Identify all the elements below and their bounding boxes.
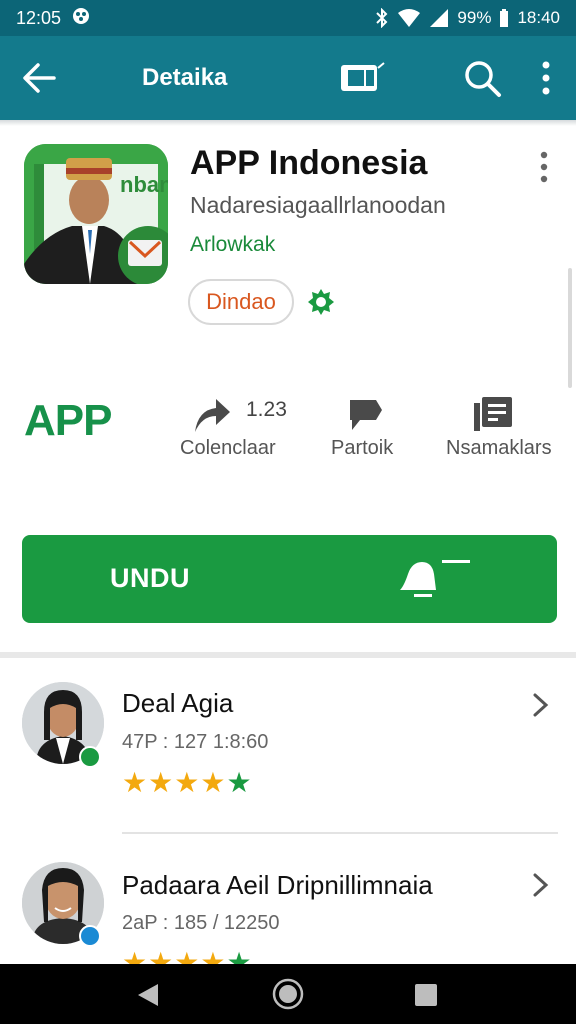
notification-icon	[71, 6, 91, 31]
app-icon: nban	[24, 144, 168, 284]
signal-icon	[429, 8, 449, 28]
status-bar: 12:05 99% 18:40	[0, 0, 576, 36]
library-icon[interactable]	[472, 394, 514, 432]
nav-back-icon[interactable]	[136, 982, 160, 1008]
review-author[interactable]: Padaara Aeil Dripnillimnaia	[122, 870, 433, 901]
badge-label: Dindao	[206, 289, 276, 314]
chevron-right-icon[interactable]	[530, 872, 550, 898]
section-divider	[0, 652, 576, 658]
app-icon-text: nban	[120, 172, 168, 197]
install-button[interactable]: UNDU	[22, 535, 557, 623]
developer-logo: APP	[24, 396, 112, 445]
back-arrow-icon[interactable]	[22, 62, 56, 94]
app-name: APP Indonesia	[190, 144, 428, 182]
content-rating-badge[interactable]: Dindao	[188, 279, 294, 325]
cast-icon[interactable]	[338, 60, 386, 96]
bluetooth-icon	[375, 8, 389, 28]
share-icon[interactable]	[192, 396, 232, 434]
star-icon: ★	[122, 767, 149, 798]
list-divider	[122, 832, 558, 834]
app-bar: Detaika	[0, 36, 576, 120]
star-icon: ★	[226, 767, 253, 798]
stat-label-share[interactable]: Colenclaar	[180, 437, 276, 460]
search-icon[interactable]	[462, 58, 502, 98]
wifi-icon	[397, 8, 421, 28]
app-category[interactable]: Arlowkak	[190, 233, 275, 257]
battery-text: 99%	[457, 8, 492, 27]
status-time-right: 18:40	[517, 8, 560, 27]
battery-icon	[499, 8, 509, 28]
verified-check-icon	[79, 925, 101, 947]
star-icon: ★	[148, 767, 175, 798]
star-rating: ★★★★★	[122, 766, 253, 799]
page-title: Detaika	[142, 64, 228, 91]
review-date: 47P : 127 1:8:60	[122, 731, 269, 753]
scrollbar[interactable]	[568, 268, 572, 388]
app-bar-shadow	[0, 120, 576, 126]
review-author[interactable]: Deal Agia	[122, 688, 233, 719]
flag-icon[interactable]	[346, 396, 384, 432]
star-icon: ★	[174, 767, 201, 798]
stat-label-library[interactable]: Nsamaklars	[446, 437, 552, 460]
nav-recents-icon[interactable]	[414, 983, 438, 1007]
stat-count: 1.23	[246, 398, 287, 421]
bell-icon[interactable]	[394, 556, 474, 600]
chevron-right-icon[interactable]	[530, 692, 550, 718]
overflow-menu-icon[interactable]	[536, 150, 552, 184]
verified-check-icon	[79, 746, 101, 768]
nav-home-icon[interactable]	[272, 978, 304, 1010]
more-vert-icon[interactable]	[538, 60, 554, 96]
verified-gear-icon	[306, 287, 336, 317]
developer-name[interactable]: Nadaresiagaallrlanoodan	[190, 192, 446, 219]
status-time-left: 12:05	[16, 7, 62, 28]
star-icon: ★	[200, 767, 227, 798]
stat-label-report[interactable]: Partoik	[331, 437, 393, 460]
review-date: 2aP : 185 / 12250	[122, 912, 280, 934]
install-label: UNDU	[110, 563, 190, 593]
